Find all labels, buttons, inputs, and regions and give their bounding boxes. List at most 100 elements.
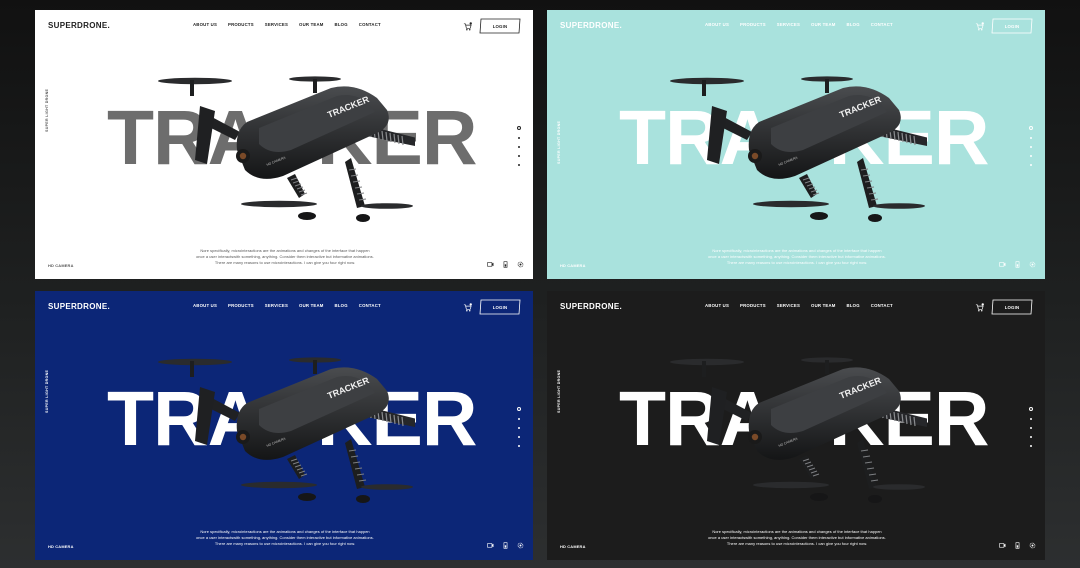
- nav-blog[interactable]: BLOG: [335, 303, 348, 308]
- nav-blog[interactable]: BLOG: [847, 22, 860, 27]
- brand-logo[interactable]: SUPERDRONE.: [48, 21, 110, 30]
- nav-our-team[interactable]: OUR TEAM: [299, 303, 324, 308]
- description: Nore specifically, microinteractions are…: [165, 529, 405, 547]
- nav-blog[interactable]: BLOG: [335, 22, 348, 27]
- hd-camera-label: HD CAMERA: [48, 263, 74, 268]
- video-icon[interactable]: [487, 261, 494, 268]
- footer-icons: [487, 261, 524, 268]
- battery-icon[interactable]: [1014, 542, 1021, 549]
- settings-icon[interactable]: [517, 261, 524, 268]
- settings-icon[interactable]: [1029, 542, 1036, 549]
- slider-dot-4[interactable]: [517, 435, 521, 438]
- drone-image: TRACKERHD CAMERA: [158, 357, 415, 503]
- nav-about-us[interactable]: ABOUT US: [193, 303, 217, 308]
- cart-icon[interactable]: [463, 22, 472, 31]
- nav-our-team[interactable]: OUR TEAM: [811, 22, 836, 27]
- slider-dot-2[interactable]: [1029, 417, 1033, 420]
- slider-dot-2[interactable]: [517, 136, 521, 139]
- drone-image: TRACKERHD CAMERA: [670, 76, 927, 222]
- slider-dot-5[interactable]: [1029, 163, 1033, 166]
- panel-mint: SUPERDRONE. ABOUT US PRODUCTS SERVICES O…: [547, 10, 1045, 279]
- slider-dot-3[interactable]: [1029, 426, 1033, 429]
- slider-dot-1[interactable]: [1029, 407, 1033, 411]
- cart-icon[interactable]: [975, 22, 984, 31]
- slider-dot-3[interactable]: [1029, 145, 1033, 148]
- description: Nore specifically, microinteractions are…: [677, 529, 917, 547]
- footer-icons: [487, 542, 524, 549]
- battery-icon[interactable]: [502, 542, 509, 549]
- slider-dot-2[interactable]: [517, 417, 521, 420]
- description: Nore specifically, microinteractions are…: [677, 248, 917, 266]
- slider-dots: [1029, 126, 1033, 166]
- panel-dark: SUPERDRONE. ABOUT US PRODUCTS SERVICES O…: [547, 291, 1045, 560]
- battery-icon[interactable]: [1014, 261, 1021, 268]
- description-line-3: There are many reasons to use microinter…: [214, 541, 356, 546]
- slider-dot-5[interactable]: [1029, 444, 1033, 447]
- settings-icon[interactable]: [517, 542, 524, 549]
- login-button[interactable]: LOGIN: [991, 299, 1033, 315]
- cart-icon[interactable]: [975, 303, 984, 312]
- nav-products[interactable]: PRODUCTS: [228, 303, 254, 308]
- nav-our-team[interactable]: OUR TEAM: [811, 303, 836, 308]
- side-label: SUPER LIGHT DRONE: [45, 88, 49, 132]
- nav-products[interactable]: PRODUCTS: [228, 22, 254, 27]
- description-line-3: There are many reasons to use microinter…: [726, 541, 868, 546]
- nav-about-us[interactable]: ABOUT US: [705, 22, 729, 27]
- video-icon[interactable]: [999, 542, 1006, 549]
- login-button[interactable]: LOGIN: [991, 18, 1033, 34]
- slider-dot-1[interactable]: [517, 407, 521, 411]
- panel-navy: SUPERDRONE. ABOUT US PRODUCTS SERVICES O…: [35, 291, 533, 560]
- drone-image: TRACKERHD CAMERA: [670, 357, 927, 503]
- slider-dot-5[interactable]: [517, 444, 521, 447]
- hd-camera-label: HD CAMERA: [560, 263, 586, 268]
- description-line-3: There are many reasons to use microinter…: [214, 260, 356, 265]
- nav-contact[interactable]: CONTACT: [359, 303, 381, 308]
- slider-dots: [1029, 407, 1033, 447]
- slider-dot-1[interactable]: [1029, 126, 1033, 130]
- slider-dot-1[interactable]: [517, 126, 521, 130]
- side-label: SUPER LIGHT DRONE: [557, 369, 561, 413]
- brand-logo[interactable]: SUPERDRONE.: [48, 302, 110, 311]
- slider-dot-5[interactable]: [517, 163, 521, 166]
- login-button[interactable]: LOGIN: [479, 299, 521, 315]
- video-icon[interactable]: [487, 542, 494, 549]
- slider-dots: [517, 126, 521, 166]
- slider-dot-3[interactable]: [517, 426, 521, 429]
- login-button[interactable]: LOGIN: [479, 18, 521, 34]
- main-nav: ABOUT US PRODUCTS SERVICES OUR TEAM BLOG…: [193, 303, 381, 308]
- brand-logo[interactable]: SUPERDRONE.: [560, 21, 622, 30]
- nav-blog[interactable]: BLOG: [847, 303, 860, 308]
- description-line-3: There are many reasons to use microinter…: [726, 260, 868, 265]
- hd-camera-label: HD CAMERA: [560, 544, 586, 549]
- hd-camera-label: HD CAMERA: [48, 544, 74, 549]
- main-nav: ABOUT US PRODUCTS SERVICES OUR TEAM BLOG…: [705, 22, 893, 27]
- login-label: LOGIN: [1004, 23, 1020, 29]
- nav-services[interactable]: SERVICES: [777, 303, 800, 308]
- main-nav: ABOUT US PRODUCTS SERVICES OUR TEAM BLOG…: [705, 303, 893, 308]
- slider-dot-4[interactable]: [517, 154, 521, 157]
- settings-icon[interactable]: [1029, 261, 1036, 268]
- slider-dot-2[interactable]: [1029, 136, 1033, 139]
- nav-services[interactable]: SERVICES: [265, 22, 288, 27]
- nav-about-us[interactable]: ABOUT US: [193, 22, 217, 27]
- panel-white: SUPERDRONE. ABOUT US PRODUCTS SERVICES O…: [35, 10, 533, 279]
- video-icon[interactable]: [999, 261, 1006, 268]
- nav-products[interactable]: PRODUCTS: [740, 303, 766, 308]
- side-label: SUPER LIGHT DRONE: [557, 120, 561, 164]
- nav-services[interactable]: SERVICES: [777, 22, 800, 27]
- brand-logo[interactable]: SUPERDRONE.: [560, 302, 622, 311]
- nav-contact[interactable]: CONTACT: [871, 303, 893, 308]
- cart-icon[interactable]: [463, 303, 472, 312]
- battery-icon[interactable]: [502, 261, 509, 268]
- slider-dot-4[interactable]: [1029, 154, 1033, 157]
- nav-services[interactable]: SERVICES: [265, 303, 288, 308]
- nav-contact[interactable]: CONTACT: [359, 22, 381, 27]
- slider-dot-4[interactable]: [1029, 435, 1033, 438]
- nav-products[interactable]: PRODUCTS: [740, 22, 766, 27]
- nav-contact[interactable]: CONTACT: [871, 22, 893, 27]
- nav-our-team[interactable]: OUR TEAM: [299, 22, 324, 27]
- login-label: LOGIN: [492, 304, 508, 310]
- nav-about-us[interactable]: ABOUT US: [705, 303, 729, 308]
- slider-dot-3[interactable]: [517, 145, 521, 148]
- login-label: LOGIN: [1004, 304, 1020, 310]
